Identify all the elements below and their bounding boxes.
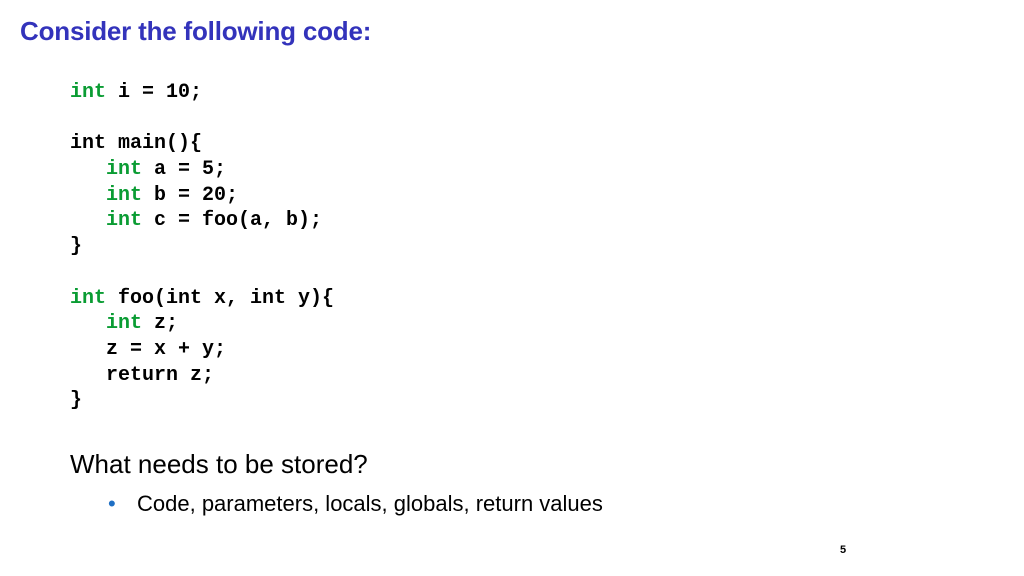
- code-text: }: [70, 235, 83, 259]
- code-block: int i = 10; int main(){ int a = 5; int b…: [70, 80, 334, 414]
- code-line: z = x + y;: [70, 337, 334, 363]
- page-number: 5: [840, 544, 847, 556]
- code-keyword: int: [106, 183, 143, 207]
- code-line: int c = foo(a, b);: [70, 208, 334, 234]
- bullet-list-item: • Code, parameters, locals, globals, ret…: [108, 491, 603, 517]
- code-keyword: int: [106, 209, 143, 233]
- code-keyword: int: [70, 81, 107, 104]
- code-line: int i = 10;: [70, 80, 334, 106]
- code-text: foo(int x, int y){: [106, 286, 335, 310]
- code-text: z;: [142, 312, 179, 336]
- code-line: int main(){: [70, 131, 334, 157]
- code-text: }: [70, 389, 83, 413]
- slide: Consider the following code: int i = 10;…: [0, 0, 1024, 576]
- code-text: int main(){: [70, 132, 203, 156]
- page-title: Consider the following code:: [20, 16, 372, 46]
- code-line: int foo(int x, int y){: [70, 286, 334, 312]
- code-line: int z;: [70, 311, 334, 337]
- code-line: int a = 5;: [70, 157, 334, 183]
- code-keyword: int: [70, 286, 107, 310]
- code-text: a = 5;: [142, 158, 227, 182]
- code-keyword: int: [106, 312, 143, 336]
- code-text: b = 20;: [142, 183, 239, 207]
- bullet-item-label: Code, parameters, locals, globals, retur…: [137, 491, 603, 516]
- code-line: return z;: [70, 363, 334, 389]
- code-keyword: int: [106, 158, 143, 182]
- question-heading: What needs to be stored?: [70, 449, 368, 479]
- code-text: i = 10;: [106, 81, 203, 104]
- code-text: c = foo(a, b);: [142, 209, 323, 233]
- bullet-point-icon: •: [108, 491, 116, 516]
- code-line: int b = 20;: [70, 183, 334, 209]
- code-text: return z;: [106, 363, 215, 387]
- code-text: z = x + y;: [106, 337, 227, 361]
- code-line: }: [70, 388, 334, 414]
- code-line: }: [70, 234, 334, 260]
